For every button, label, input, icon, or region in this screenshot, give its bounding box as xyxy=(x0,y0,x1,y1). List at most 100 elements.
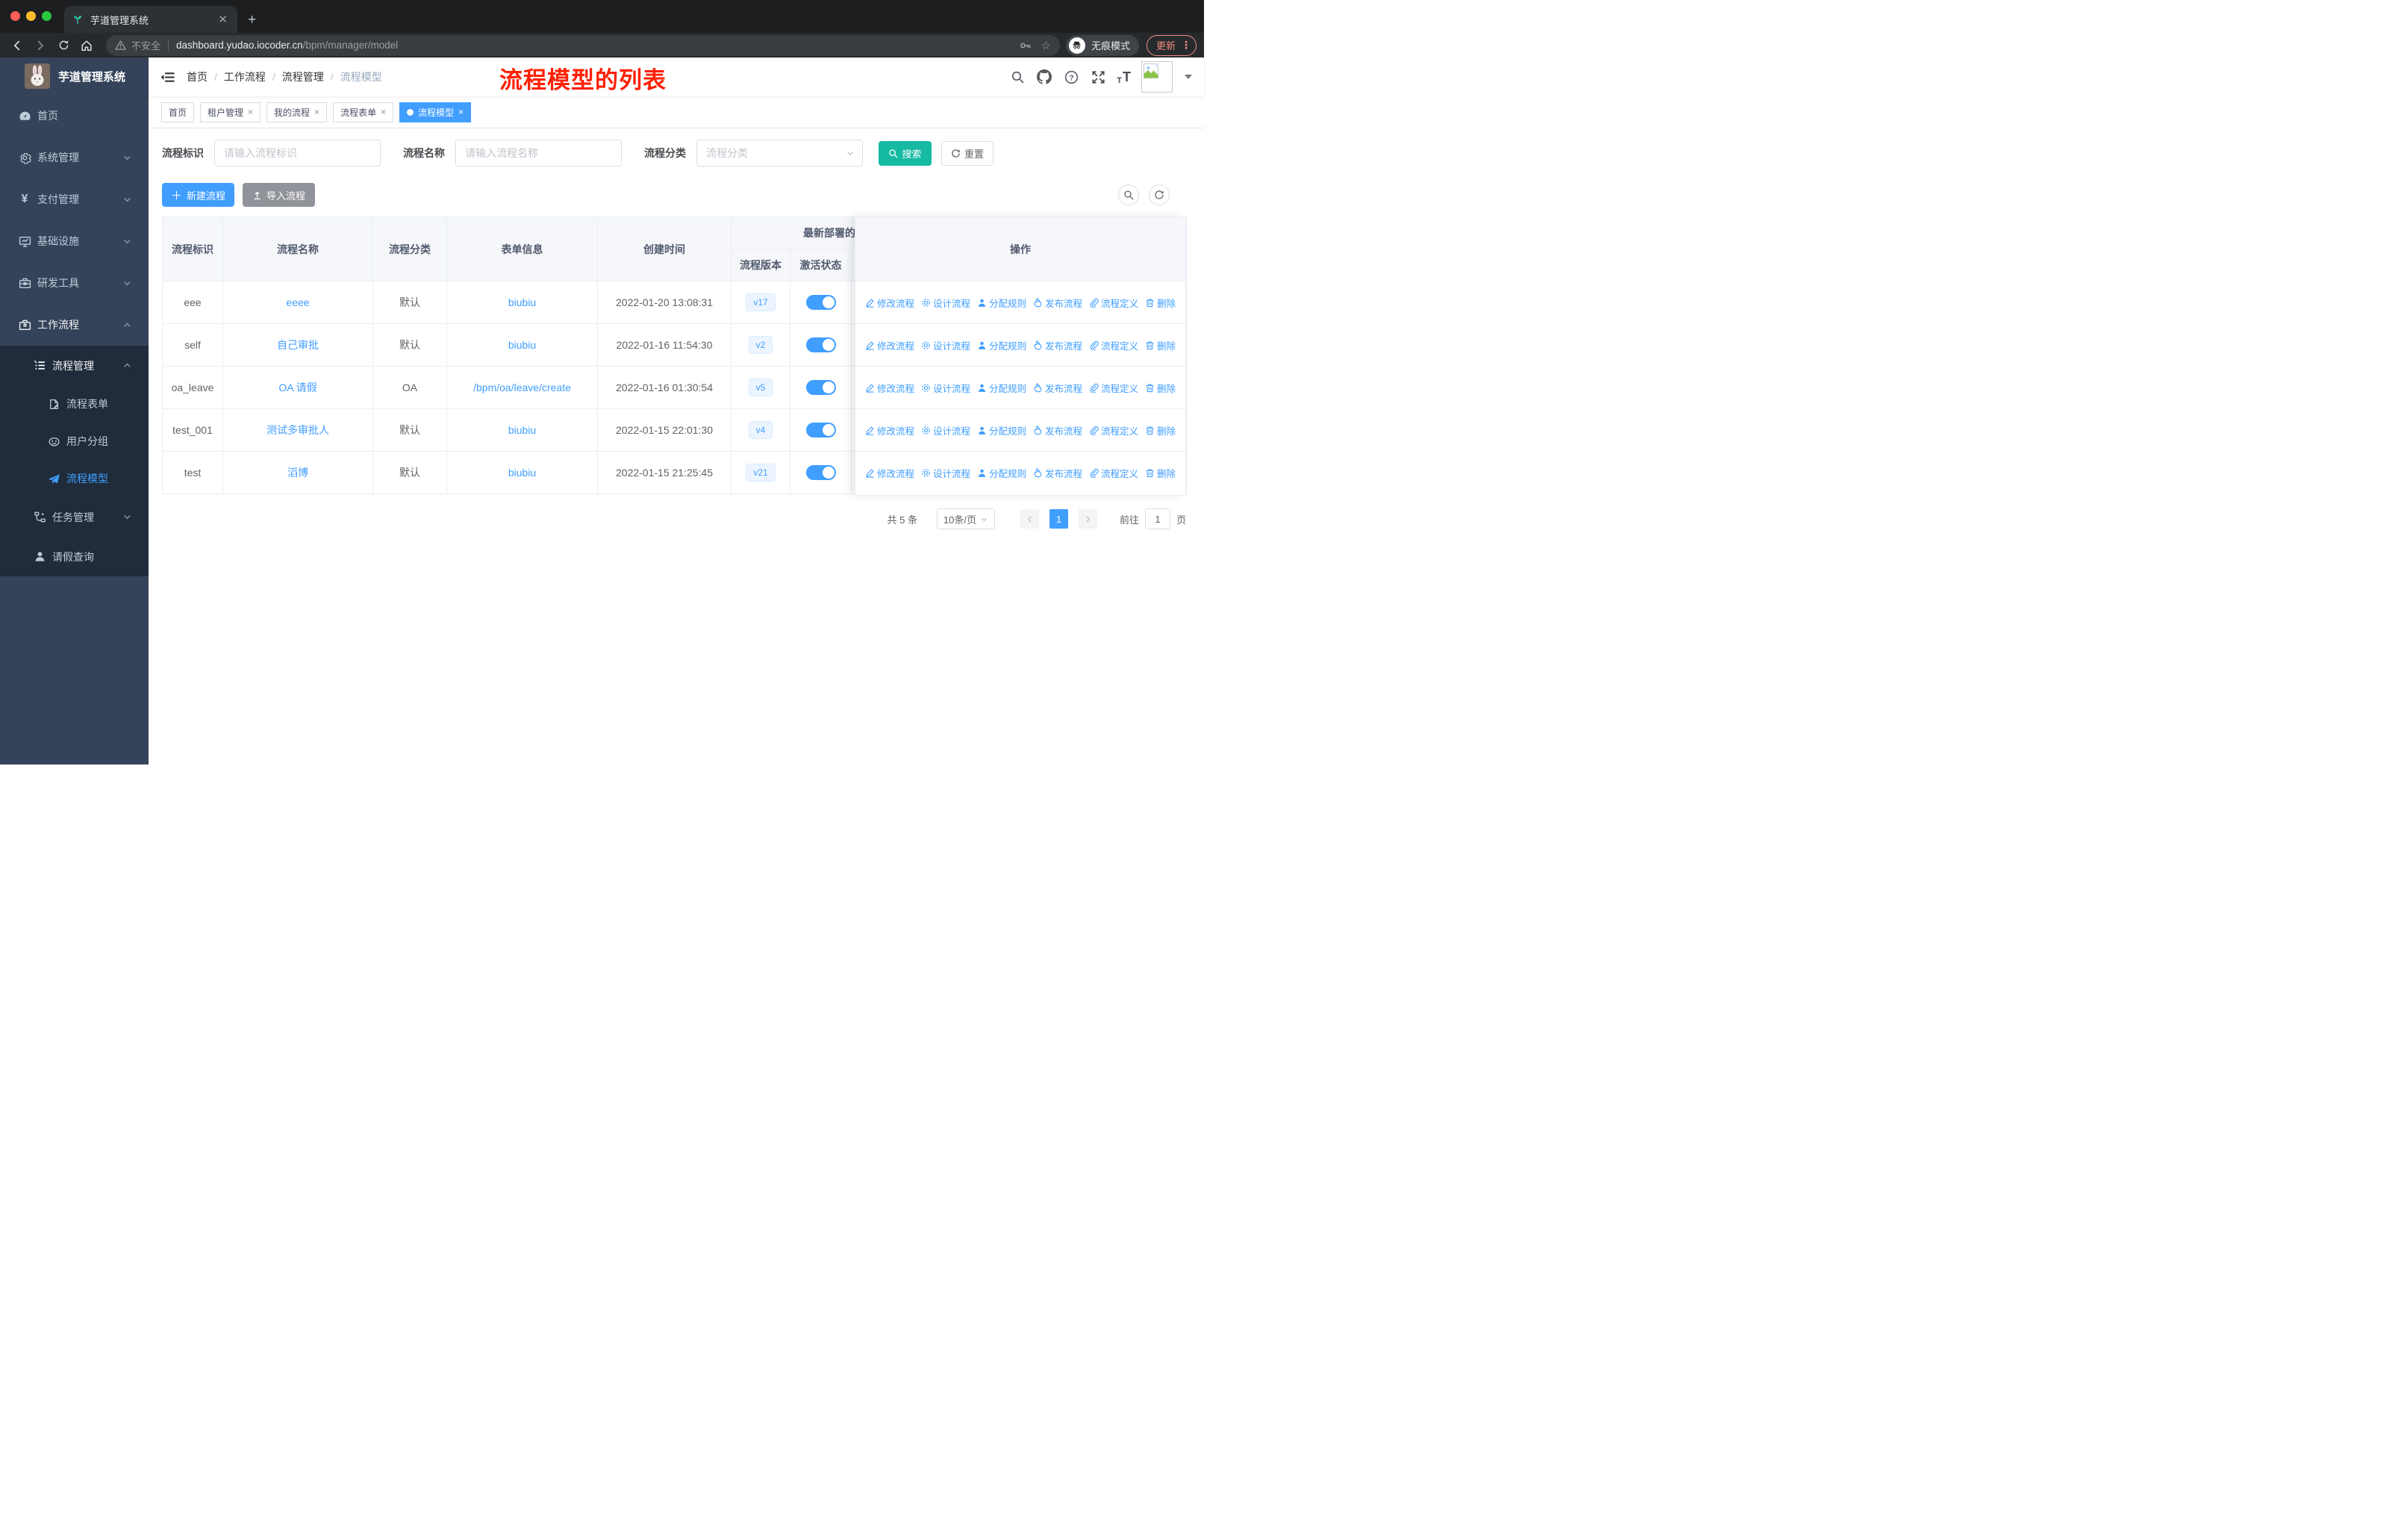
zoom-window-button[interactable] xyxy=(42,11,52,21)
prev-page-button[interactable] xyxy=(1020,509,1039,529)
assign-action-link[interactable]: 分配规则 xyxy=(977,466,1026,480)
window-controls[interactable] xyxy=(10,11,52,21)
view-tag[interactable]: 流程模型 × xyxy=(399,102,472,122)
sidebar-item-infra[interactable]: 基础设施 xyxy=(0,220,149,262)
edit-action-link[interactable]: 修改流程 xyxy=(865,423,914,437)
view-tag[interactable]: 流程表单 × xyxy=(333,102,394,122)
sidebar-item-workflow[interactable]: 工作流程 xyxy=(0,304,149,346)
sidebar-item-system[interactable]: 系统管理 xyxy=(0,137,149,178)
menu-dots-icon[interactable]: ⋮ xyxy=(1181,39,1191,52)
process-name-link[interactable]: 自己审批 xyxy=(277,339,319,351)
minimize-window-button[interactable] xyxy=(26,11,36,21)
form-link[interactable]: biubiu xyxy=(508,296,536,308)
active-toggle[interactable] xyxy=(805,337,836,352)
sidebar-item-process-form[interactable]: 流程表单 xyxy=(0,385,149,423)
design-action-link[interactable]: 设计流程 xyxy=(921,423,970,437)
definition-action-link[interactable]: 流程定义 xyxy=(1089,381,1138,395)
design-action-link[interactable]: 设计流程 xyxy=(921,381,970,395)
sidebar-item-user-group[interactable]: 用户分组 xyxy=(0,423,149,460)
edit-action-link[interactable]: 修改流程 xyxy=(865,466,914,480)
filter-id-input[interactable] xyxy=(214,140,381,166)
help-icon[interactable]: ? xyxy=(1063,69,1079,85)
bookmark-star-icon[interactable]: ☆ xyxy=(1041,39,1051,52)
form-link[interactable]: biubiu xyxy=(508,424,536,436)
publish-action-link[interactable]: 发布流程 xyxy=(1033,466,1082,480)
sidebar-item-devtools[interactable]: 研发工具 xyxy=(0,262,149,304)
refresh-table-button[interactable] xyxy=(1149,184,1170,205)
reload-icon[interactable] xyxy=(54,36,73,55)
toggle-search-button[interactable] xyxy=(1118,184,1139,205)
sidebar-item-home[interactable]: 首页 xyxy=(0,95,149,137)
view-tag[interactable]: 租户管理 × xyxy=(200,102,261,122)
tag-close-icon[interactable]: × xyxy=(381,107,386,117)
goto-page-input[interactable] xyxy=(1144,508,1170,529)
process-name-link[interactable]: 测试多审批人 xyxy=(266,424,329,436)
tag-close-icon[interactable]: × xyxy=(248,107,253,117)
delete-action-link[interactable]: 删除 xyxy=(1145,381,1176,395)
back-icon[interactable] xyxy=(7,36,27,55)
process-name-link[interactable]: eeee xyxy=(286,296,309,308)
delete-action-link[interactable]: 删除 xyxy=(1145,466,1176,480)
import-process-button[interactable]: 导入流程 xyxy=(243,183,315,207)
form-link[interactable]: biubiu xyxy=(508,339,536,351)
tag-close-icon[interactable]: × xyxy=(314,107,319,117)
publish-action-link[interactable]: 发布流程 xyxy=(1033,381,1082,395)
breadcrumb-item[interactable]: 工作流程 xyxy=(224,69,266,84)
tag-close-icon[interactable]: × xyxy=(458,107,464,117)
password-key-icon[interactable] xyxy=(1019,39,1032,52)
update-browser-button[interactable]: 更新 ⋮ xyxy=(1146,34,1197,56)
collapse-sidebar-icon[interactable] xyxy=(160,70,175,84)
publish-action-link[interactable]: 发布流程 xyxy=(1033,296,1082,310)
active-toggle[interactable] xyxy=(805,295,836,310)
edit-action-link[interactable]: 修改流程 xyxy=(865,296,914,310)
assign-action-link[interactable]: 分配规则 xyxy=(977,338,1026,352)
form-link[interactable]: /bpm/oa/leave/create xyxy=(473,382,571,393)
page-number-active[interactable]: 1 xyxy=(1049,509,1068,529)
process-name-link[interactable]: 滔博 xyxy=(287,467,308,479)
close-window-button[interactable] xyxy=(10,11,20,21)
design-action-link[interactable]: 设计流程 xyxy=(921,296,970,310)
filter-name-input[interactable] xyxy=(455,140,622,166)
github-icon[interactable] xyxy=(1036,69,1052,85)
definition-action-link[interactable]: 流程定义 xyxy=(1089,296,1138,310)
forward-icon[interactable] xyxy=(31,36,50,55)
publish-action-link[interactable]: 发布流程 xyxy=(1033,338,1082,352)
avatar-caret-icon[interactable] xyxy=(1185,75,1192,79)
active-toggle[interactable] xyxy=(805,465,836,480)
assign-action-link[interactable]: 分配规则 xyxy=(977,381,1026,395)
breadcrumb-item[interactable]: 首页 xyxy=(187,69,208,84)
publish-action-link[interactable]: 发布流程 xyxy=(1033,423,1082,437)
definition-action-link[interactable]: 流程定义 xyxy=(1089,338,1138,352)
sidebar-item-process-model[interactable]: 流程模型 xyxy=(0,460,149,497)
reset-button[interactable]: 重置 xyxy=(941,140,994,166)
font-size-icon[interactable]: TT xyxy=(1117,69,1131,85)
sidebar-item-payment[interactable]: ¥ 支付管理 xyxy=(0,178,149,220)
delete-action-link[interactable]: 删除 xyxy=(1145,338,1176,352)
form-link[interactable]: biubiu xyxy=(508,467,536,479)
browser-tab[interactable]: 芋道管理系统 ✕ xyxy=(64,6,237,33)
delete-action-link[interactable]: 删除 xyxy=(1145,296,1176,310)
assign-action-link[interactable]: 分配规则 xyxy=(977,296,1026,310)
edit-action-link[interactable]: 修改流程 xyxy=(865,381,914,395)
view-tag[interactable]: 首页 xyxy=(161,102,195,122)
fullscreen-icon[interactable] xyxy=(1090,69,1106,85)
design-action-link[interactable]: 设计流程 xyxy=(921,338,970,352)
filter-category-select[interactable]: 流程分类 xyxy=(696,140,863,166)
search-button[interactable]: 搜索 xyxy=(879,140,932,166)
new-tab-button[interactable]: + xyxy=(248,12,256,28)
next-page-button[interactable] xyxy=(1078,509,1097,529)
tab-close-icon[interactable]: ✕ xyxy=(216,13,230,26)
sidebar-item-leave-query[interactable]: 请假查询 xyxy=(0,537,149,576)
assign-action-link[interactable]: 分配规则 xyxy=(977,423,1026,437)
delete-action-link[interactable]: 删除 xyxy=(1145,423,1176,437)
search-icon[interactable] xyxy=(1009,69,1026,85)
breadcrumb-item[interactable]: 流程管理 xyxy=(282,69,324,84)
definition-action-link[interactable]: 流程定义 xyxy=(1089,423,1138,437)
create-process-button[interactable]: ＋ 新建流程 xyxy=(162,183,234,207)
page-size-select[interactable]: 10条/页 xyxy=(936,508,995,529)
active-toggle[interactable] xyxy=(805,423,836,437)
home-icon[interactable] xyxy=(77,36,96,55)
active-toggle[interactable] xyxy=(805,380,836,395)
view-tag[interactable]: 我的流程 × xyxy=(266,102,328,122)
process-name-link[interactable]: OA 请假 xyxy=(278,382,316,393)
